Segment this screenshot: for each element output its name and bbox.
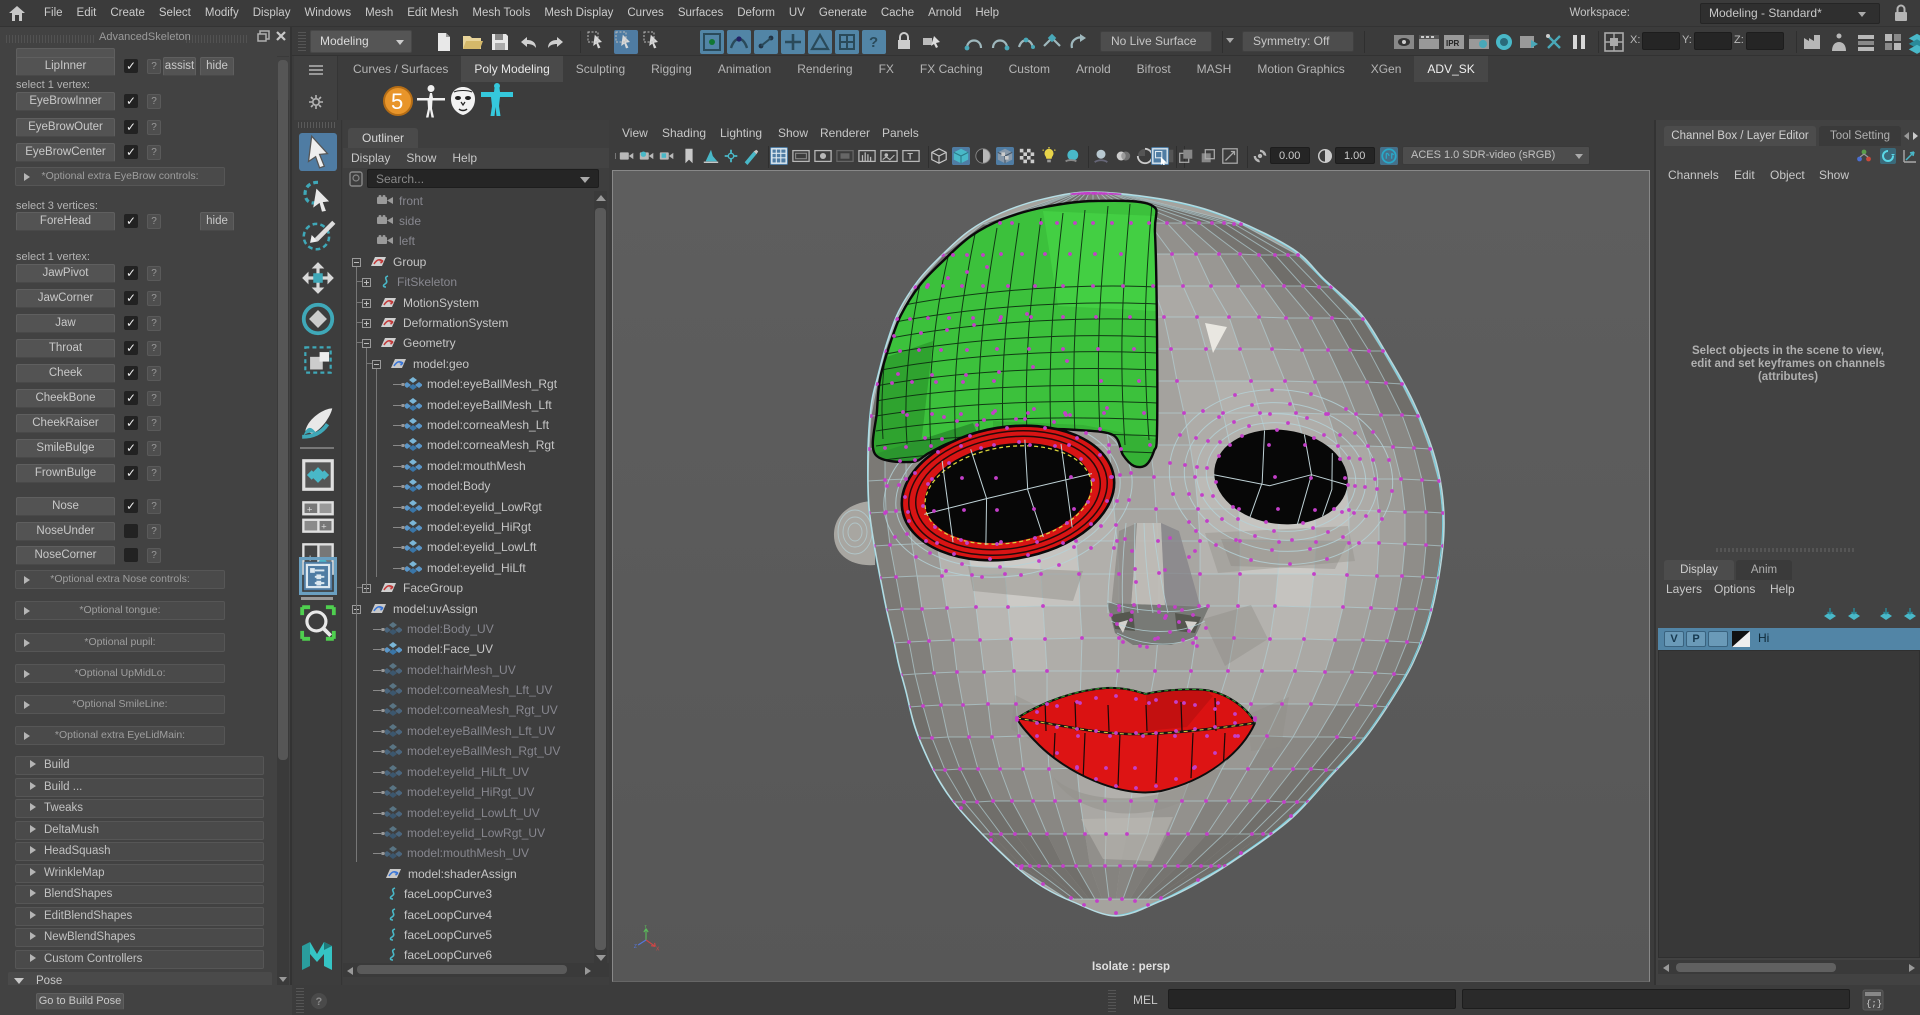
svg-text:?: ? <box>316 996 323 1008</box>
svg-text:X: X <box>656 947 660 953</box>
svg-text:Y: Y <box>644 925 648 930</box>
svg-text:+: + <box>307 504 313 515</box>
svg-text:5: 5 <box>391 89 403 114</box>
svg-text:T: T <box>907 152 913 162</box>
svg-text:?: ? <box>869 34 878 51</box>
svg-text:Z: Z <box>634 944 637 950</box>
svg-text:{;}: {;} <box>1866 999 1882 1009</box>
svg-text:IPR: IPR <box>1446 39 1460 48</box>
svg-text:+: + <box>321 522 327 533</box>
